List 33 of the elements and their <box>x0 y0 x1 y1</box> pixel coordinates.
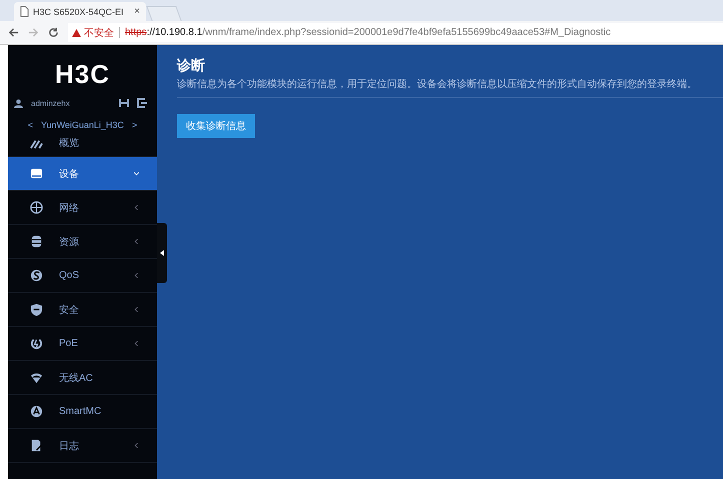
user-name: adminzehx <box>31 98 71 108</box>
log-icon <box>30 439 43 452</box>
letter-icon <box>30 405 43 418</box>
security-label: 不安全 <box>84 26 114 40</box>
page-icon <box>20 6 29 17</box>
sidebar-toggle-handle[interactable] <box>157 223 167 283</box>
qos-icon <box>30 269 43 282</box>
power-icon <box>30 337 43 350</box>
database-icon <box>30 235 43 248</box>
previous-device-button[interactable]: < <box>28 120 34 130</box>
close-tab-button[interactable]: × <box>134 6 140 17</box>
url-path: /wnm/frame/index.php?sessionid=200001e9d7fe4bf9efa5155699bc49aace53#M_Diagnostic <box>202 27 611 38</box>
warning-icon <box>72 28 81 36</box>
wifi-icon <box>30 371 43 384</box>
logout-icon[interactable] <box>137 98 147 108</box>
address-field[interactable]: 不安全 https://10.190.8.1/wnm/frame/index.php?sessionid=200001e9d7fe4bf9efa5155699bc49aace53#M_Diagnostic <box>68 23 723 42</box>
next-device-button[interactable]: > <box>132 120 138 130</box>
device-name: YunWeiGuanLi_H3C <box>41 120 124 130</box>
url-scheme: https <box>125 27 147 38</box>
url-host: ://10.190.8.1 <box>146 27 202 38</box>
page-description: 诊断信息为各个功能模块的运行信息，用于定位问题。设备会将诊断信息以压缩文件的形式自动保存到您的登录终端。 <box>177 78 698 91</box>
page-title: 诊断 <box>177 57 206 75</box>
reload-icon[interactable] <box>48 27 59 38</box>
browser-tab[interactable]: H3C S6520X-54QC-EI × <box>14 2 146 21</box>
triangle-left-icon <box>160 250 164 256</box>
user-icon <box>14 98 23 108</box>
logo: H3C <box>54 59 111 90</box>
globe-icon <box>30 201 43 214</box>
save-icon[interactable] <box>119 98 129 108</box>
drive-icon <box>30 167 43 180</box>
back-icon[interactable] <box>8 27 19 38</box>
menu-item[interactable]: 设备 <box>8 157 157 191</box>
shield-icon <box>30 303 43 316</box>
